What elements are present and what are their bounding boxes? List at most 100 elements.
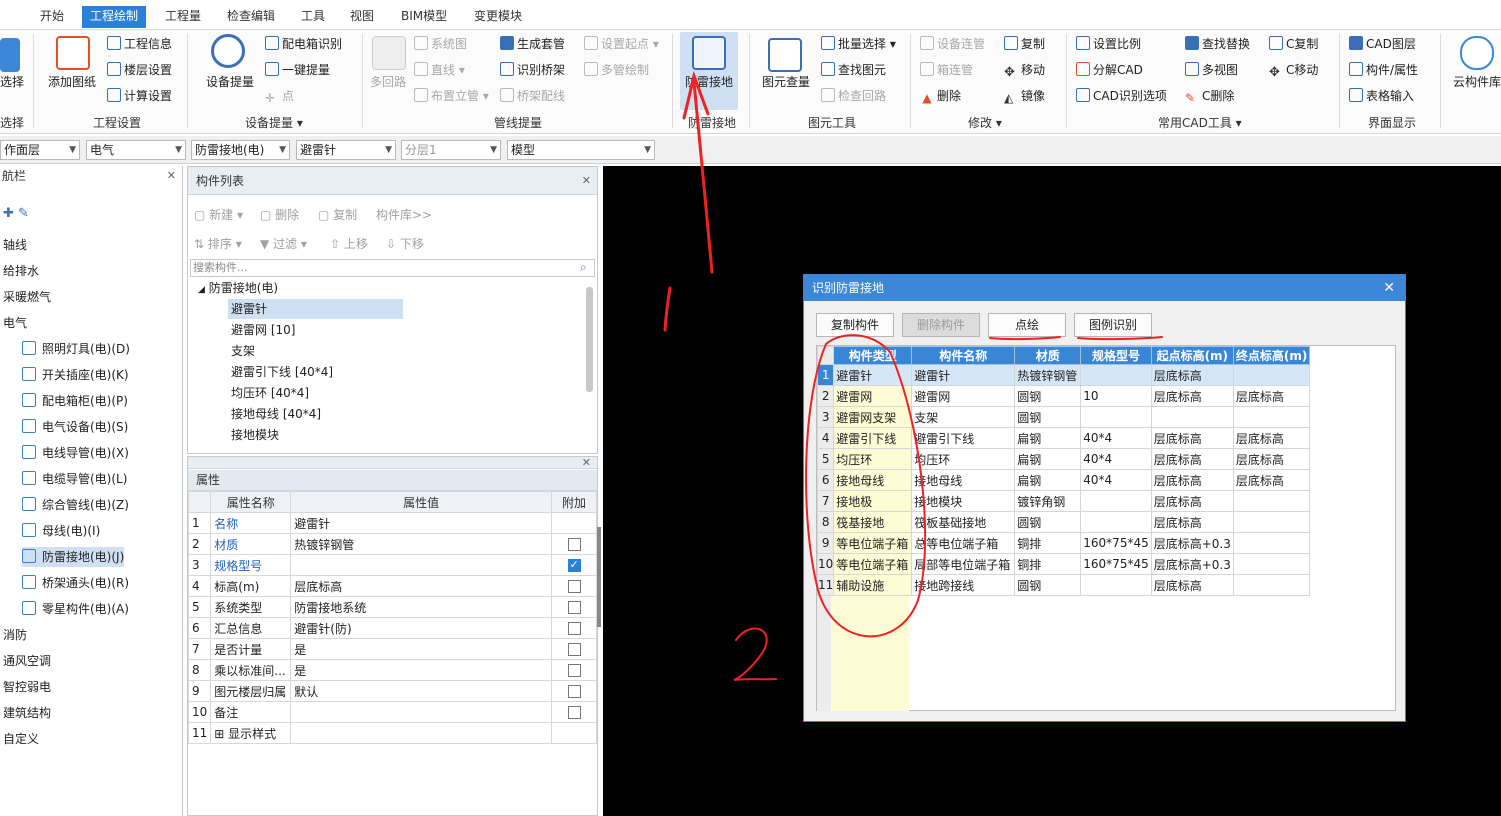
component-type-dropdown[interactable]: 防雷接地(电) ▼ (191, 140, 290, 160)
grid-row[interactable]: 7 接地极 接地模块 镀锌角钢 层底标高 (816, 490, 1311, 512)
grid-row[interactable]: 2 避雷网 避雷网 圆钢 10 层底标高 层底标高 (816, 385, 1311, 407)
menu-change[interactable]: 变更模块 (474, 6, 522, 28)
calc-settings-button[interactable]: 计算设置 (107, 88, 172, 104)
layer-dropdown[interactable]: 作面层 ▼ (0, 140, 80, 160)
grid-cell[interactable]: 接地极 (833, 490, 913, 512)
property-value[interactable]: 避雷针(防) (290, 617, 553, 639)
grid-cell[interactable]: 层底标高 (1150, 511, 1234, 533)
one-key-extract-button[interactable]: 一键提量 (265, 62, 330, 78)
property-value[interactable]: 层底标高 (290, 575, 553, 597)
nav-sub-item[interactable]: 零星构件(电)(A) (22, 599, 129, 619)
property-row[interactable]: 1 名称 避雷针 (187, 512, 597, 534)
set-scale-button[interactable]: 设置比例 (1076, 36, 1141, 52)
grid-cell[interactable]: 层底标高 (1232, 469, 1311, 491)
tree-item[interactable]: 避雷针 (228, 299, 403, 319)
tree-item[interactable]: 避雷引下线 [40*4] (228, 362, 333, 382)
grid-cell[interactable]: 辅助设施 (833, 574, 913, 596)
property-row[interactable]: 7 是否计量是 (187, 638, 597, 660)
grid-cell[interactable] (1080, 406, 1152, 428)
system-diagram-button[interactable]: 系统图 (414, 36, 467, 52)
menu-bim[interactable]: BIM模型 (401, 6, 447, 28)
extra-checkbox[interactable] (567, 580, 581, 593)
property-value[interactable]: 默认 (290, 680, 553, 702)
tree-item[interactable]: 均压环 [40*4] (228, 383, 309, 403)
grid-row[interactable]: 11 辅助设施 接地跨接线 圆钢 层底标高 (816, 574, 1311, 596)
grid-cell[interactable]: 层底标高 (1150, 448, 1234, 470)
copy-button[interactable]: 复制 (1004, 36, 1045, 52)
nav-sub-item[interactable]: 防雷接地(电)(J) (22, 547, 125, 567)
menu-check-edit[interactable]: 检查编辑 (227, 6, 275, 28)
grid-cell[interactable]: 40*4 (1080, 469, 1152, 491)
grid-cell[interactable]: 均压环 (911, 448, 1016, 470)
grid-cell[interactable] (1232, 532, 1311, 554)
property-value[interactable]: 热镀锌钢管 (290, 533, 553, 555)
mirror-button[interactable]: ◭ 镜像 (1004, 88, 1045, 105)
grid-cell[interactable]: 避雷网 (833, 385, 913, 407)
grid-cell[interactable]: 160*75*45 (1080, 532, 1152, 554)
grid-row[interactable]: 3 避雷网支架 支架 圆钢 (816, 406, 1311, 428)
property-value[interactable] (290, 722, 553, 744)
floor-settings-button[interactable]: 楼层设置 (107, 62, 172, 78)
grid-cell[interactable]: 镀锌角钢 (1014, 490, 1082, 512)
nav-item[interactable]: 电气 (3, 313, 27, 333)
tree-item[interactable]: 支架 (228, 341, 255, 361)
add-drawing-button[interactable]: 添加图纸 (48, 74, 96, 90)
extra-checkbox[interactable] (567, 706, 581, 719)
extra-checkbox[interactable] (567, 685, 581, 698)
grid-cell[interactable]: 扁钢 (1014, 469, 1082, 491)
move-down-button[interactable]: ⇩ 下移 (386, 235, 424, 252)
splitter[interactable] (597, 527, 601, 627)
copy-comp-button[interactable]: ▢ 复制 (318, 206, 357, 223)
menu-quantity[interactable]: 工程量 (165, 6, 201, 28)
grid-cell[interactable]: 圆钢 (1014, 406, 1082, 428)
grid-cell[interactable]: 圆钢 (1014, 511, 1082, 533)
nav-sub-item[interactable]: 桥架通头(电)(R) (22, 573, 129, 593)
grid-cell[interactable]: 层底标高 (1150, 364, 1234, 386)
extra-checkbox[interactable] (567, 643, 581, 656)
c-copy-button[interactable]: C复制 (1269, 36, 1318, 52)
grid-cell[interactable]: 40*4 (1080, 427, 1152, 449)
grid-cell[interactable]: 避雷引下线 (833, 427, 913, 449)
grid-cell[interactable]: 扁钢 (1014, 448, 1082, 470)
grid-cell[interactable] (1232, 511, 1311, 533)
c-delete-button[interactable]: ✎ C删除 (1185, 88, 1234, 105)
grid-cell[interactable] (1232, 364, 1311, 386)
grid-cell[interactable] (1080, 574, 1152, 596)
scrollbar[interactable] (586, 287, 593, 392)
cloud-library-button[interactable]: 云构件库 (1453, 74, 1501, 90)
grid-row[interactable]: 6 接地母线 接地母线 扁钢 40*4 层底标高 层底标高 (816, 469, 1311, 491)
recog-tray-button[interactable]: 识别桥架 (500, 62, 565, 78)
grid-cell[interactable]: 10 (1080, 385, 1152, 407)
grid-cell[interactable]: 160*75*45 (1080, 553, 1152, 575)
property-row[interactable]: 9 图元楼层归属 默认 (187, 680, 597, 702)
grid-cell[interactable]: 40*4 (1080, 448, 1152, 470)
grid-cell[interactable]: 层底标高+0.3 (1150, 532, 1234, 554)
table-input-button[interactable]: 表格输入 (1349, 88, 1414, 104)
legend-recog-button[interactable]: 图例识别 (1074, 313, 1152, 337)
delete-comp-button[interactable]: ▢ 删除 (260, 206, 299, 223)
lightning-ground-button[interactable]: 防雷接地 (685, 74, 733, 90)
grid-cell[interactable]: 均压环 (833, 448, 913, 470)
grid-cell[interactable]: 扁钢 (1014, 427, 1082, 449)
panel-recog-button[interactable]: 配电箱识别 (265, 36, 342, 52)
move-up-button[interactable]: ⇧ 上移 (330, 235, 368, 252)
batch-select-button[interactable]: 批量选择 ▾ (821, 36, 896, 52)
tray-wiring-button[interactable]: 桥架配线 (500, 88, 565, 104)
property-row[interactable]: 2 材质 热镀锌钢管 (187, 533, 597, 555)
point-draw-button[interactable]: 点绘 (988, 313, 1066, 337)
grid-cell[interactable]: 局部等电位端子箱 (911, 553, 1016, 575)
property-value[interactable] (290, 701, 553, 723)
find-element-button[interactable]: 查找图元 (821, 62, 886, 78)
view-mode-dropdown[interactable]: 模型 ▼ (507, 140, 655, 160)
property-value[interactable]: 避雷针 (290, 512, 553, 534)
property-row[interactable]: 10 备注 (187, 701, 597, 723)
grid-row[interactable]: 10 等电位端子箱 局部等电位端子箱 铜排 160*75*45 层底标高+0.3 (816, 553, 1311, 575)
grid-cell[interactable]: 层底标高+0.3 (1150, 553, 1234, 575)
extra-checkbox[interactable] (567, 558, 581, 572)
grid-cell[interactable]: 圆钢 (1014, 385, 1082, 407)
nav-item[interactable]: 通风空调 (3, 651, 51, 671)
property-value[interactable] (290, 554, 553, 576)
device-extract-button[interactable]: 设备提量 (206, 74, 254, 90)
find-replace-button[interactable]: 查找替换 (1185, 36, 1250, 52)
grid-cell[interactable]: 总等电位端子箱 (911, 532, 1016, 554)
